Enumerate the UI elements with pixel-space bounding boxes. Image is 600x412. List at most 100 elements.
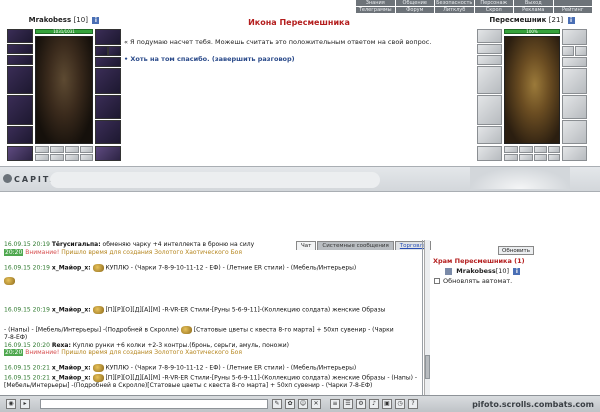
users-icon[interactable]: ☰	[343, 399, 353, 409]
smile-icon[interactable]: ☺	[298, 399, 308, 409]
message-text: [Мебель/Интерьеры] -(Подробней в Скролле…	[4, 382, 373, 389]
palette-icon[interactable]: ✿	[285, 399, 295, 409]
message-time[interactable]: 20:20	[4, 349, 24, 356]
npc-level: [21]	[548, 16, 564, 24]
menu-telegrams[interactable]: Телеграммы	[356, 7, 395, 13]
message-nick[interactable]: x_Майор_x:	[52, 307, 91, 314]
slot-small-2[interactable]	[50, 146, 64, 153]
npc-name[interactable]: Пересмешник	[489, 16, 546, 24]
sound-icon[interactable]: ♪	[369, 399, 379, 409]
slot-spell-left[interactable]	[7, 146, 33, 161]
slot-ring-3[interactable]	[95, 57, 121, 67]
player-avatar[interactable]	[35, 36, 93, 144]
slot-ring-1[interactable]	[95, 46, 108, 56]
slot-spell-right[interactable]	[95, 146, 121, 161]
npc-slot-small-6	[519, 154, 533, 161]
message-time[interactable]: 20:20	[4, 249, 24, 256]
dialog-answer[interactable]: • Хоть на том спасибо. (завершить разгов…	[124, 55, 474, 63]
npc-slot-small-7	[534, 154, 547, 161]
refresh-button[interactable]: Обновить	[498, 246, 534, 255]
slot-legs[interactable]	[95, 95, 121, 119]
player-name[interactable]: Mrakobess	[29, 16, 72, 24]
player-level: [10]	[73, 16, 88, 24]
menu-litclub[interactable]: Литклуб	[435, 7, 474, 13]
npc-slot-ring-1	[562, 46, 574, 56]
message-time[interactable]: 16.09.15 20:21	[4, 375, 50, 382]
message-nick[interactable]: Tёrycигaльпа:	[52, 241, 101, 248]
clan-badge-icon	[445, 267, 452, 275]
message-text: [П][Р][О][Д][А][М] -R-VR-ER Стили-[Руны …	[105, 374, 418, 382]
chat-mode-icon[interactable]: ◉	[6, 399, 16, 409]
message-time[interactable]: 16.09.15 20:21	[4, 365, 50, 372]
slot-small-1[interactable]	[35, 146, 49, 153]
menu-knowledge[interactable]: Знания	[356, 0, 395, 6]
info-icon[interactable]: i	[92, 16, 100, 24]
auto-update-checkbox[interactable]	[434, 278, 440, 284]
message-nick[interactable]: x_Майор_x:	[52, 365, 91, 372]
menu-scrolls[interactable]: Скрол	[474, 7, 513, 13]
message-nick[interactable]: Rexa:	[52, 342, 71, 349]
online-user-name[interactable]: Mrakobess	[456, 267, 495, 275]
edit-icon[interactable]: ✎	[272, 399, 282, 409]
slot-gloves[interactable]	[95, 29, 121, 45]
chat-scrollbar-thumb[interactable]	[425, 355, 430, 379]
chat-message: 16.09.15 20:21 x_Майор_x: [П][Р][О][Д][А…	[4, 374, 417, 382]
message-nick[interactable]: x_Майор_x:	[52, 375, 91, 382]
settings-icon[interactable]: ⚙	[356, 399, 366, 409]
npc-slot-belt	[477, 126, 502, 144]
window-icon[interactable]: ▣	[382, 399, 392, 409]
menu-forum[interactable]: Форум	[395, 7, 434, 13]
message-nick[interactable]: x_Майор_x:	[52, 265, 91, 272]
slot-ring-2[interactable]	[108, 46, 121, 56]
npc-slot-spell-left	[477, 146, 502, 161]
menu-character[interactable]: Персонаж	[474, 0, 513, 6]
slot-small-5[interactable]	[35, 154, 49, 161]
npc-slot-small-1	[504, 146, 518, 153]
message-time[interactable]: 16.09.15 20:20	[4, 342, 50, 349]
chat-input[interactable]	[40, 399, 268, 409]
menu-advert[interactable]: Реклама	[514, 7, 553, 13]
message-text: [Статовые цветы с квеста 8-го марта] + 5…	[193, 326, 394, 334]
message-time[interactable]: 16.09.15 20:19	[4, 307, 50, 314]
smiley-icon	[92, 264, 104, 272]
send-icon[interactable]: ▸	[20, 399, 30, 409]
chat-message: 20:20 Внимание! Пришло время для создани…	[4, 349, 242, 356]
help-icon[interactable]: ?	[408, 399, 418, 409]
info-icon[interactable]: i	[513, 267, 521, 275]
message-time[interactable]: 16.09.15 20:19	[4, 241, 50, 248]
clock-icon[interactable]: ◷	[395, 399, 405, 409]
slot-earrings[interactable]	[7, 44, 33, 54]
menu-rating[interactable]: Рейтинг	[553, 7, 592, 13]
slot-small-8[interactable]	[80, 154, 93, 161]
slot-small-3[interactable]	[65, 146, 79, 153]
menu-security[interactable]: Безопасность	[435, 0, 474, 6]
filter-icon[interactable]: ≡	[330, 399, 340, 409]
message-text: - (Напы) - [Мебель/Интерьеры] -(Подробне…	[4, 326, 179, 334]
smiley-icon	[4, 277, 15, 285]
slot-helmet[interactable]	[7, 29, 33, 43]
message-time[interactable]: 16.09.15 20:19	[4, 265, 50, 272]
slot-small-4[interactable]	[80, 146, 93, 153]
slot-weapon[interactable]	[7, 66, 33, 94]
info-icon[interactable]: i	[567, 16, 575, 24]
menu-exit[interactable]: Выход	[514, 0, 553, 6]
slot-belt[interactable]	[7, 126, 33, 144]
dialog-answer-link[interactable]: Хоть на том спасибо. (завершить разговор…	[130, 55, 294, 63]
clear-icon[interactable]: ✕	[311, 399, 321, 409]
message-text: КУПЛЮ - (Чарки 7-8-9-10-11-12 - ЕФ) - (Л…	[105, 264, 357, 272]
chat-scrollbar[interactable]	[424, 240, 430, 395]
npc-slot-small-3	[534, 146, 547, 153]
slot-amulet[interactable]	[7, 55, 33, 65]
auto-update[interactable]: Обновлять автомат.	[434, 277, 512, 285]
slot-armor[interactable]	[7, 95, 33, 125]
chat-message: 16.09.15 20:19 x_Майор_x: [П][Р][О][Д][А…	[4, 306, 385, 314]
npc-title: Пересмешник [21] i	[477, 15, 587, 26]
player-title: Mrakobess [10] i	[7, 15, 121, 26]
slot-shield[interactable]	[95, 68, 121, 94]
slot-small-7[interactable]	[65, 154, 79, 161]
menu-communication[interactable]: Общение	[395, 0, 434, 6]
slot-small-6[interactable]	[50, 154, 64, 161]
chat-message: 16.09.15 20:19 x_Майор_x: КУПЛЮ - (Чарки…	[4, 264, 356, 272]
npc-slot-ring-2	[575, 46, 587, 56]
slot-boots[interactable]	[95, 120, 121, 144]
